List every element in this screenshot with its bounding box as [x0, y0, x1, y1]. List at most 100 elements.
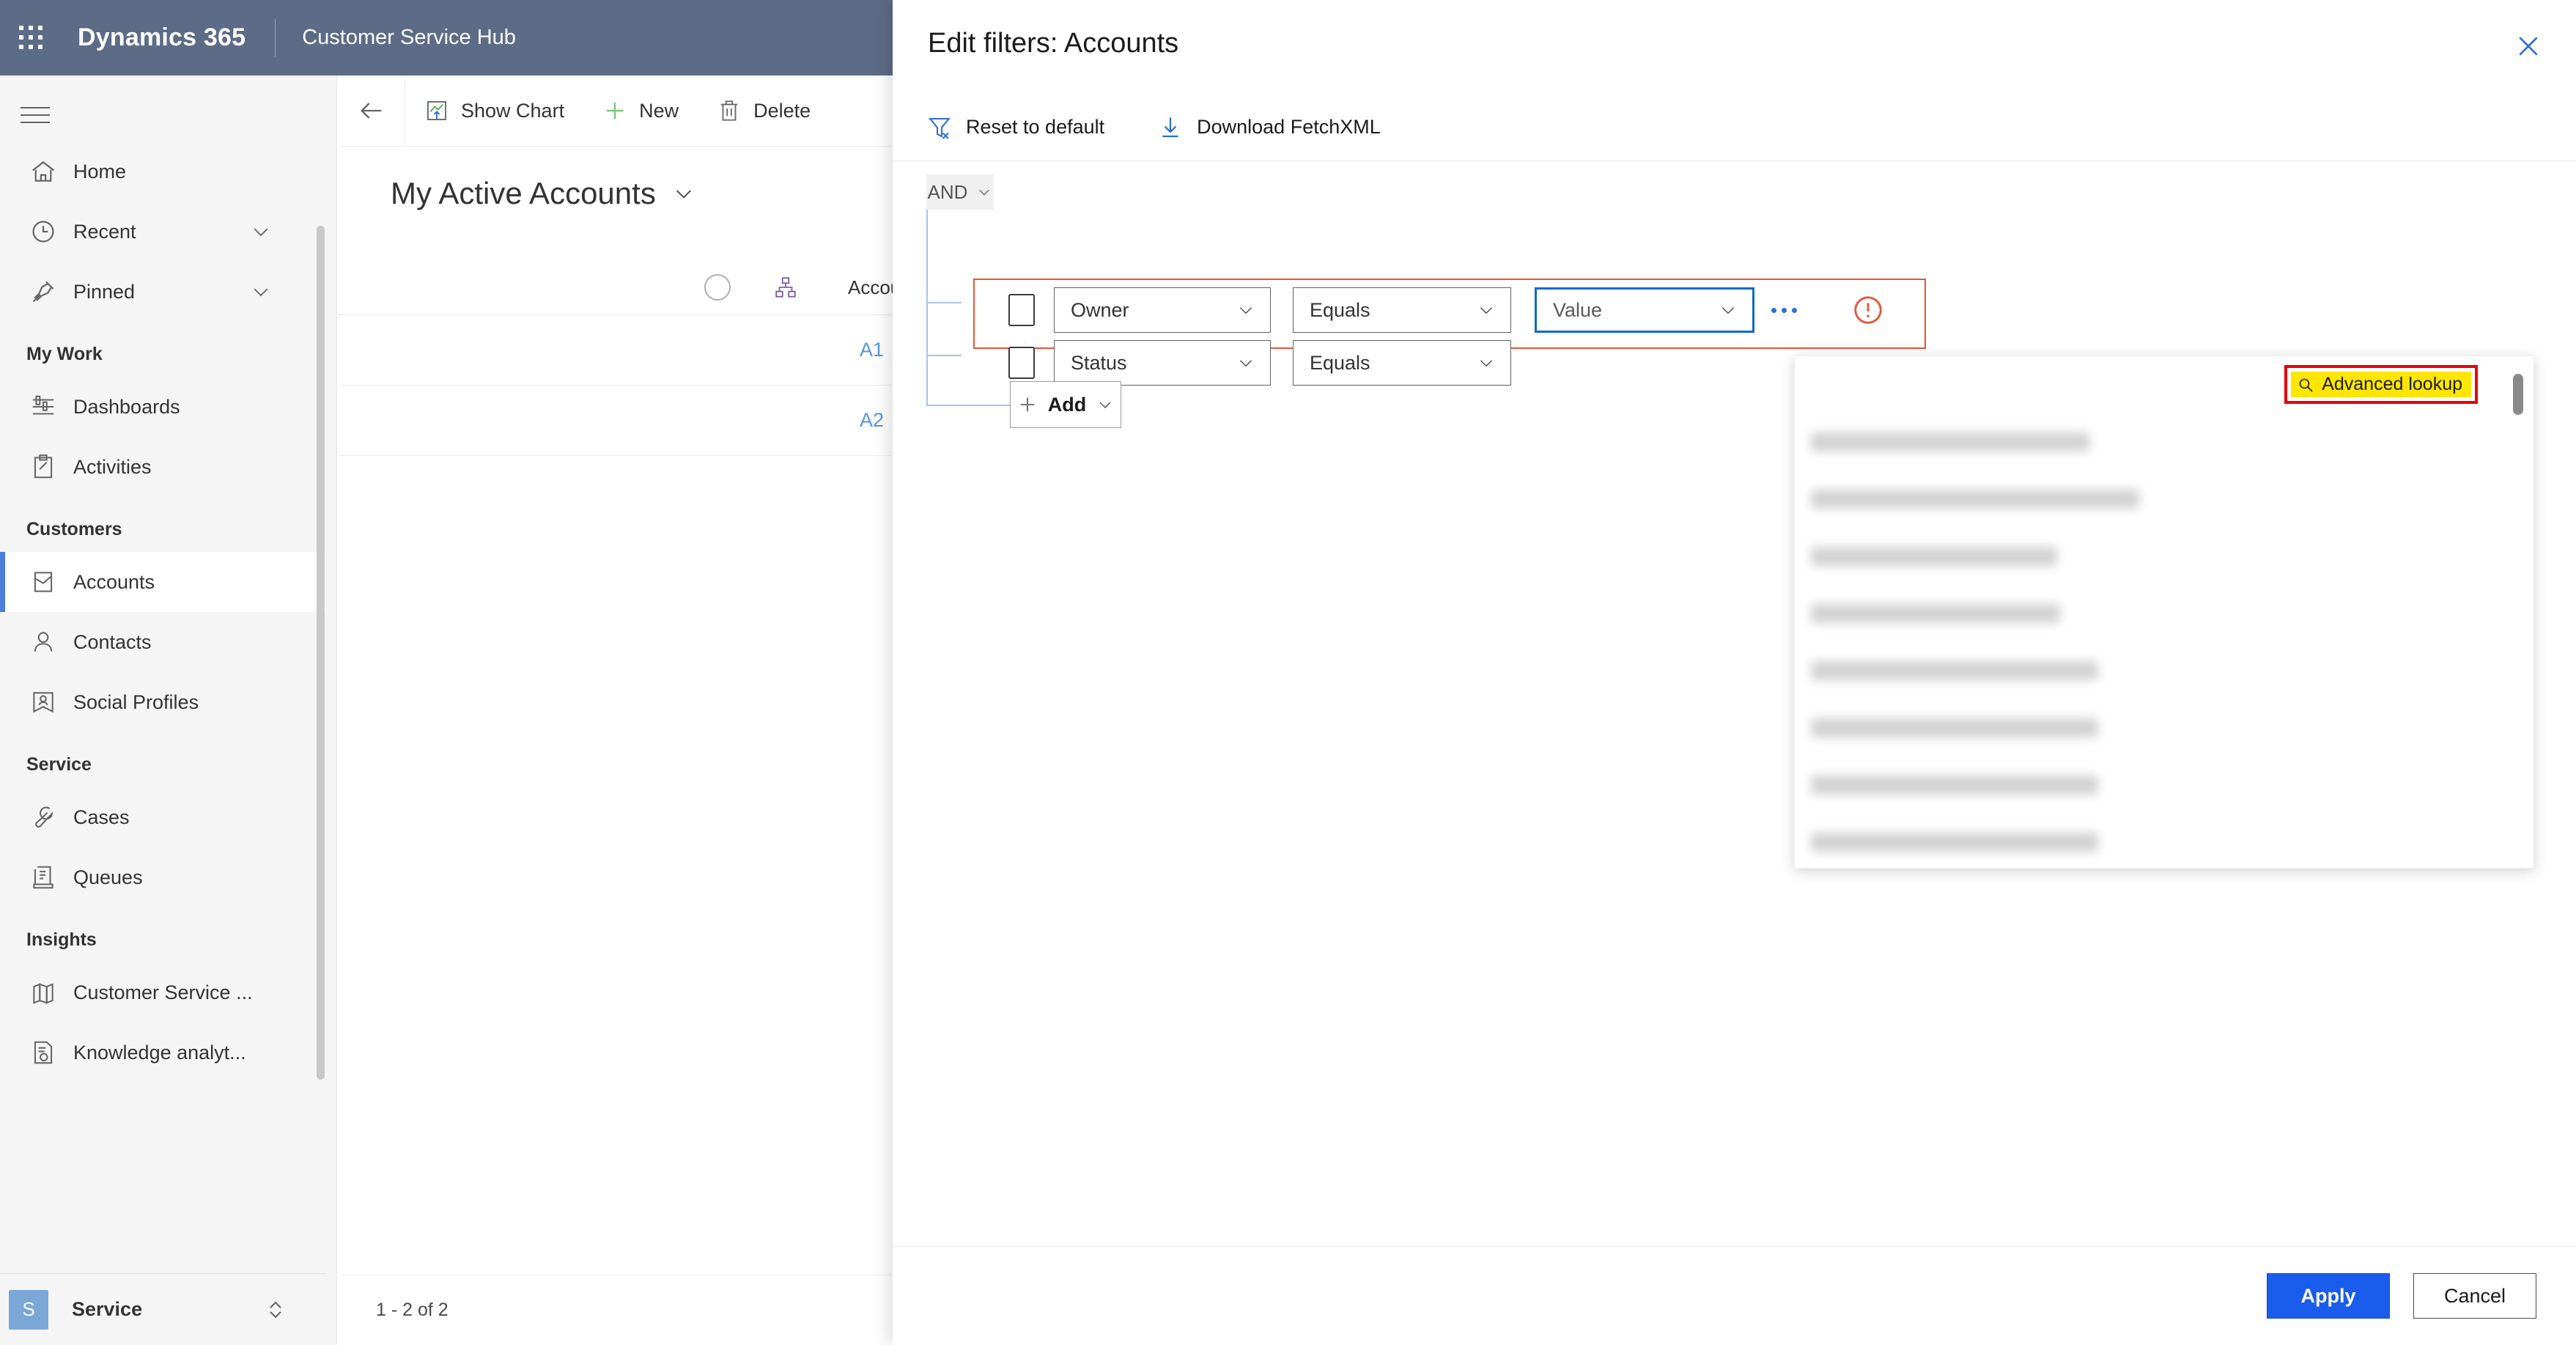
field-dropdown[interactable]: Owner: [1054, 287, 1271, 333]
list-item[interactable]: [1795, 814, 2533, 871]
sidebar-item-contacts[interactable]: Contacts: [0, 612, 326, 672]
sidebar-item-accounts[interactable]: Accounts: [0, 552, 326, 612]
list-item[interactable]: [1795, 756, 2533, 814]
lookup-scrollbar[interactable]: [2513, 374, 2523, 415]
chevron-down-icon: [976, 184, 992, 200]
sidebar-scrollbar[interactable]: [317, 226, 325, 1080]
account-name-link[interactable]: A1: [860, 339, 884, 361]
sidebar-item-label: Pinned: [73, 280, 136, 303]
sidebar-item-label: Customer Service ...: [73, 981, 253, 1003]
redacted-item-text: [1811, 833, 2098, 852]
sidebar-scroll-area: Home Recent Pinned My Work Dashboards Ac…: [0, 141, 326, 1300]
reset-filter-icon: [926, 114, 953, 141]
sidebar-item-label: Social Profiles: [73, 690, 199, 713]
chevron-down-icon[interactable]: [250, 221, 272, 243]
redacted-item-text: [1811, 432, 2089, 452]
sidebar-item-activities[interactable]: Activities: [0, 437, 326, 497]
list-item[interactable]: [1795, 471, 2533, 528]
bar-chart-icon: [26, 976, 60, 1009]
error-circle-icon[interactable]: [1851, 293, 1885, 327]
home-icon: [26, 155, 60, 188]
delete-button[interactable]: Delete: [698, 75, 830, 146]
chevron-down-icon: [1477, 301, 1496, 320]
operator-dropdown[interactable]: Equals: [1293, 340, 1511, 386]
sidebar-item-knowledge-analytics[interactable]: Knowledge analyt...: [0, 1022, 326, 1083]
group-operator-dropdown[interactable]: AND: [926, 174, 994, 210]
wrench-icon: [26, 801, 60, 833]
cancel-button[interactable]: Cancel: [2413, 1273, 2536, 1319]
redacted-item-text: [1811, 718, 2098, 737]
list-item[interactable]: [1795, 585, 2533, 642]
sidebar-group-title: My Work: [26, 344, 103, 364]
sidebar-item-dashboards[interactable]: Dashboards: [0, 377, 326, 437]
value-lookup-input[interactable]: Value: [1535, 287, 1754, 333]
record-count: 1 - 2 of 2: [376, 1300, 449, 1320]
sidebar-group-title: Customers: [26, 519, 122, 539]
sidebar-item-home[interactable]: Home: [0, 141, 326, 202]
ellipsis-icon[interactable]: [1763, 290, 1804, 331]
reset-to-default-button[interactable]: Reset to default: [926, 114, 1104, 141]
new-button[interactable]: New: [583, 75, 698, 146]
accounts-icon: [26, 566, 60, 598]
add-condition-button[interactable]: Add: [1010, 381, 1121, 428]
field-dropdown[interactable]: Status: [1054, 340, 1271, 386]
chevron-down-icon[interactable]: [250, 281, 272, 303]
sidebar-item-pinned[interactable]: Pinned: [0, 262, 326, 322]
panel-header: Edit filters: Accounts: [893, 0, 2576, 94]
advanced-lookup-button[interactable]: Advanced lookup: [2291, 372, 2471, 397]
app-name: Customer Service Hub: [302, 26, 516, 49]
sidebar-item-social-profiles[interactable]: Social Profiles: [0, 672, 326, 732]
chevron-down-icon[interactable]: [672, 182, 695, 205]
view-selector[interactable]: My Active Accounts: [391, 176, 695, 211]
operator-dropdown[interactable]: Equals: [1293, 287, 1511, 333]
sidebar-item-cases[interactable]: Cases: [0, 787, 326, 847]
operator-value: Equals: [1310, 298, 1370, 321]
sidebar-item-label: Home: [73, 160, 127, 183]
tree-connector-branch: [926, 355, 962, 356]
sidebar-item-label: Activities: [73, 455, 152, 478]
back-arrow-icon[interactable]: [338, 75, 405, 146]
select-all-circle-icon[interactable]: [704, 274, 731, 301]
filter-condition-row: Status Equals: [1008, 340, 1511, 386]
waffle-icon[interactable]: [19, 25, 44, 51]
list-item[interactable]: [1795, 528, 2533, 585]
show-chart-label: Show Chart: [461, 99, 565, 122]
list-item[interactable]: [1795, 642, 2533, 699]
sidebar-item-customer-service-analytics[interactable]: Customer Service ...: [0, 962, 326, 1022]
sidebar-item-label: Knowledge analyt...: [73, 1041, 246, 1064]
row-checkbox[interactable]: [1008, 294, 1035, 326]
sidebar-item-label: Queues: [73, 866, 143, 888]
panel-title: Edit filters: Accounts: [928, 28, 1179, 59]
list-item[interactable]: [1795, 699, 2533, 756]
download-fetchxml-button[interactable]: Download FetchXML: [1157, 114, 1381, 141]
apply-button[interactable]: Apply: [2267, 1273, 2390, 1319]
account-name-link[interactable]: A2: [860, 409, 884, 432]
brand-title: Dynamics 365: [78, 23, 246, 51]
hierarchy-icon: [773, 275, 798, 300]
sidebar-item-label: Accounts: [73, 570, 155, 593]
operator-value: Equals: [1310, 351, 1370, 374]
sidebar-group-title: Service: [26, 754, 92, 775]
download-icon: [1157, 114, 1184, 141]
close-icon[interactable]: [2506, 23, 2551, 69]
row-checkbox[interactable]: [1008, 347, 1035, 379]
chevron-down-icon: [1236, 353, 1255, 372]
redacted-item-text: [1811, 775, 2098, 795]
hamburger-icon[interactable]: [16, 96, 54, 134]
value-lookup-dropdown: Advanced lookup: [1794, 355, 2534, 869]
tree-connector-branch: [926, 302, 962, 303]
list-item[interactable]: [1795, 413, 2533, 471]
tree-connector-vertical: [926, 210, 928, 406]
plus-icon: [1017, 394, 1038, 415]
app-switcher[interactable]: S Service: [0, 1273, 326, 1345]
sidebar-item-recent[interactable]: Recent: [0, 202, 326, 262]
new-label: New: [639, 99, 679, 122]
social-profile-icon: [26, 686, 60, 718]
queue-icon: [26, 861, 60, 893]
up-down-chevron-icon[interactable]: [263, 1297, 288, 1322]
advanced-lookup-annotation: Advanced lookup: [2284, 365, 2478, 404]
redacted-item-text: [1811, 490, 2139, 509]
sidebar-item-queues[interactable]: Queues: [0, 847, 326, 907]
app-switcher-label: Service: [72, 1298, 143, 1320]
show-chart-button[interactable]: Show Chart: [405, 75, 583, 146]
